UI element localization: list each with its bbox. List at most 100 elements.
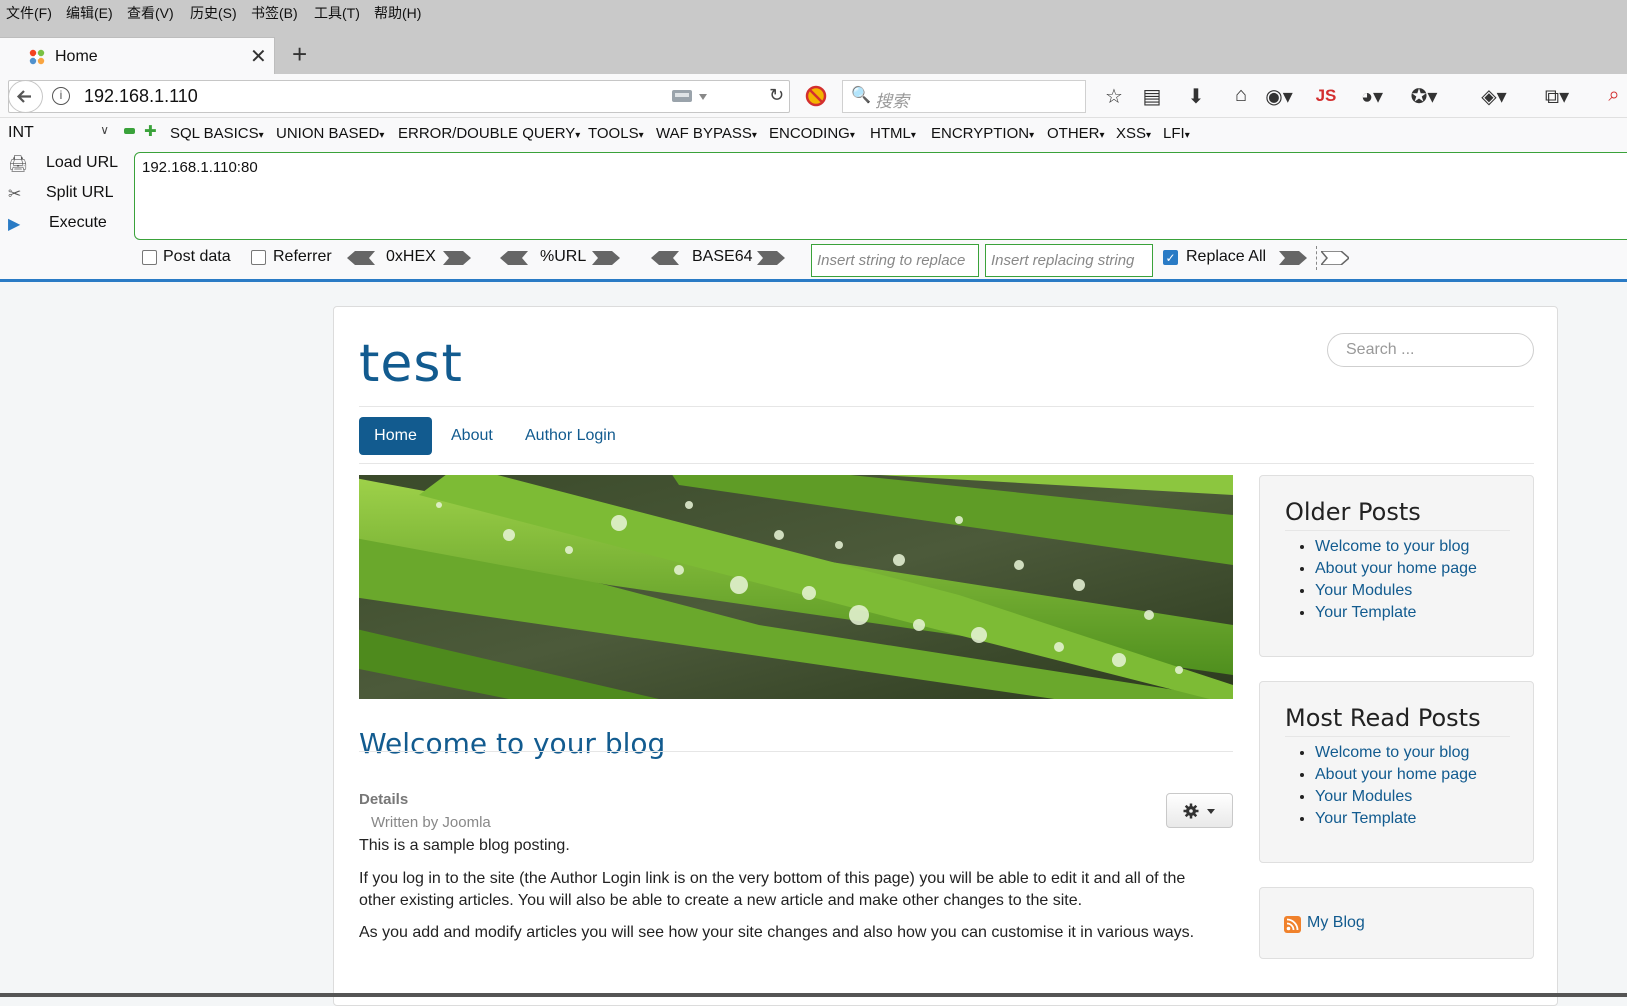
menu-encryption[interactable]: ENCRYPTION▾ xyxy=(931,125,1034,142)
download-icon[interactable]: ⬇ xyxy=(1182,84,1210,109)
menu-xss[interactable]: XSS▾ xyxy=(1116,125,1151,142)
most-read-link[interactable]: Welcome to your blog xyxy=(1315,744,1469,761)
plus-icon[interactable]: ✚ xyxy=(144,122,157,140)
menu-tools[interactable]: 工具(T) xyxy=(314,3,360,23)
dropdown-caret-icon: ▾ xyxy=(751,130,757,141)
divider xyxy=(1285,530,1510,531)
back-button[interactable] xyxy=(8,80,43,113)
older-post-link[interactable]: Welcome to your blog xyxy=(1315,538,1469,555)
menu-tools[interactable]: TOOLS▾ xyxy=(588,125,644,142)
reading-list-icon[interactable]: ▤ xyxy=(1138,84,1166,109)
list-item: Welcome to your blog xyxy=(1315,742,1477,764)
menu-bookmarks[interactable]: 书签(B) xyxy=(251,3,298,23)
nav-home[interactable]: Home xyxy=(359,417,432,455)
close-tab-icon[interactable]: ✕ xyxy=(250,44,267,69)
load-url-button[interactable]: 🖨 Load URL xyxy=(8,154,118,174)
most-read-title: Most Read Posts xyxy=(1285,704,1481,732)
dropdown-caret-icon: ▾ xyxy=(1029,130,1035,141)
dropdown-caret-icon: ▾ xyxy=(1184,130,1190,141)
layers-icon[interactable]: ◈▾ xyxy=(1480,84,1508,109)
url-decode-arrow-icon[interactable] xyxy=(500,251,528,265)
search-box[interactable]: 🔍 搜索 xyxy=(842,80,1086,113)
home-icon[interactable]: ⌂ xyxy=(1227,84,1255,107)
globe-icon[interactable]: ◉▾ xyxy=(1265,84,1293,109)
menu-file[interactable]: 文件(F) xyxy=(6,3,52,23)
dropdown-caret-icon: ▾ xyxy=(258,130,264,141)
nav-about[interactable]: About xyxy=(451,427,493,445)
hackbar-url-textarea[interactable]: 192.168.1.110:80 xyxy=(134,152,1627,240)
referrer-checkbox[interactable] xyxy=(251,250,266,265)
replace-arrow-icon[interactable] xyxy=(1279,251,1307,265)
palette-icon[interactable]: ✪▾ xyxy=(1410,84,1438,109)
hex-decode-arrow-icon[interactable] xyxy=(347,251,375,265)
load-url-label: Load URL xyxy=(46,154,119,171)
site-info-icon[interactable]: i xyxy=(52,87,70,105)
tab-home[interactable]: Home ✕ xyxy=(0,37,275,74)
article-title[interactable]: Welcome to your blog xyxy=(359,727,665,760)
menu-bar: 文件(F) 编辑(E) 查看(V) 历史(S) 书签(B) 工具(T) 帮助(H… xyxy=(0,0,1627,24)
dropdown-caret-icon: ▾ xyxy=(1099,130,1105,141)
site-title[interactable]: test xyxy=(359,334,463,394)
menu-lfi[interactable]: LFI▾ xyxy=(1163,125,1190,142)
post-data-checkbox[interactable] xyxy=(142,250,157,265)
type-select-value: INT xyxy=(8,124,34,141)
most-read-link[interactable]: About your home page xyxy=(1315,766,1477,783)
menu-history[interactable]: 历史(S) xyxy=(190,3,237,23)
share-icon[interactable]: ⧉▾ xyxy=(1543,84,1571,109)
url-bar[interactable]: i 192.168.1.110 ↻ xyxy=(8,80,790,113)
hackbar-menu-row: INT ∨ ✚ SQL BASICS▾ UNION BASED▾ ERROR/D… xyxy=(0,122,1627,146)
reload-icon[interactable]: ↻ xyxy=(769,85,784,106)
replacing-string-input[interactable]: Insert replacing string xyxy=(985,244,1153,277)
nav-author-login[interactable]: Author Login xyxy=(525,427,616,445)
dropdown-caret-icon: ▾ xyxy=(638,130,644,141)
menu-view[interactable]: 查看(V) xyxy=(127,3,174,23)
search-icon[interactable]: ⌕ xyxy=(1600,84,1627,107)
article-tools-button[interactable] xyxy=(1166,793,1233,828)
url-encode-arrow-icon[interactable] xyxy=(592,251,620,265)
minus-icon[interactable] xyxy=(124,128,135,134)
dropdown-caret-icon: ▾ xyxy=(849,130,855,141)
most-read-link[interactable]: Your Modules xyxy=(1315,788,1412,805)
adblock-icon[interactable] xyxy=(805,85,827,107)
older-post-link[interactable]: Your Modules xyxy=(1315,582,1412,599)
menu-edit[interactable]: 编辑(E) xyxy=(66,3,113,23)
menu-error-double-query[interactable]: ERROR/DOUBLE QUERY▾ xyxy=(398,125,580,142)
type-select[interactable]: INT ∨ xyxy=(8,123,113,145)
dropdown-caret-icon: ▾ xyxy=(575,130,581,141)
star-icon[interactable]: ☆ xyxy=(1100,84,1128,109)
js-icon[interactable]: JS xyxy=(1312,86,1340,106)
menu-encoding[interactable]: ENCODING▾ xyxy=(769,125,855,142)
dropdown-caret-icon: ▾ xyxy=(379,130,385,141)
menu-html[interactable]: HTML▾ xyxy=(870,125,916,142)
execute-label: Execute xyxy=(49,214,107,231)
replace-string-input[interactable]: Insert string to replace xyxy=(811,244,979,277)
new-tab-button[interactable]: + xyxy=(292,40,307,68)
details-label: Details xyxy=(359,791,409,808)
author-line: Written by Joomla xyxy=(371,814,491,831)
replace-next-arrow-icon[interactable] xyxy=(1321,251,1349,265)
execute-button[interactable]: ▶ Execute xyxy=(8,214,107,234)
most-read-link[interactable]: Your Template xyxy=(1315,810,1416,827)
extension-icon[interactable]: ◕▾ xyxy=(1358,84,1386,109)
menu-sql-basics[interactable]: SQL BASICS▾ xyxy=(170,125,264,142)
older-post-link[interactable]: About your home page xyxy=(1315,560,1477,577)
menu-waf-bypass[interactable]: WAF BYPASS▾ xyxy=(656,125,757,142)
site-search-input[interactable]: Search ... xyxy=(1327,333,1534,367)
base64-decode-arrow-icon[interactable] xyxy=(651,251,679,265)
hex-encode-arrow-icon[interactable] xyxy=(443,251,471,265)
base64-encode-arrow-icon[interactable] xyxy=(757,251,785,265)
tab-title: Home xyxy=(55,48,98,65)
older-post-link[interactable]: Your Template xyxy=(1315,604,1416,621)
gear-icon xyxy=(1183,803,1215,819)
menu-union-based[interactable]: UNION BASED▾ xyxy=(276,125,384,142)
divider xyxy=(1285,736,1510,737)
replace-all-checkbox[interactable]: ✓ xyxy=(1163,250,1178,265)
list-item: Welcome to your blog xyxy=(1315,536,1477,558)
page-action-icon[interactable] xyxy=(671,88,713,106)
menu-other[interactable]: OTHER▾ xyxy=(1047,125,1105,142)
split-url-button[interactable]: ✂ Split URL xyxy=(8,184,114,204)
my-blog-feed-link[interactable]: My Blog xyxy=(1307,914,1365,932)
joomla-favicon-icon xyxy=(29,49,45,65)
menu-help[interactable]: 帮助(H) xyxy=(374,3,421,23)
url-text[interactable]: 192.168.1.110 xyxy=(84,86,198,107)
